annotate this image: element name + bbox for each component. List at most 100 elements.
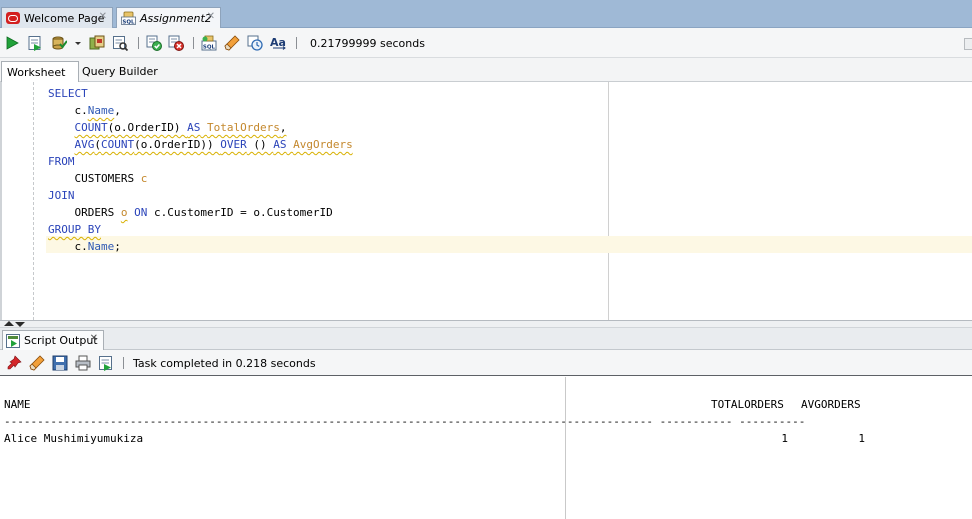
column-header-totalorders: TOTALORDERS <box>711 398 784 411</box>
open-file-icon[interactable] <box>98 355 114 371</box>
output-tab-strip: Script Output ✕ <box>0 328 972 350</box>
toolbar-separator <box>123 357 124 369</box>
code-token: c.CustomerID = o.CustomerID <box>147 206 333 219</box>
tab-label: Script Output <box>24 334 98 347</box>
code-token: ( <box>94 138 101 151</box>
task-status-message: Task completed in 0.218 seconds <box>133 357 316 370</box>
execution-time: 0.21799999 seconds <box>310 37 425 50</box>
tab-worksheet[interactable]: Worksheet <box>1 61 79 82</box>
code-line: JOIN <box>48 187 75 204</box>
sql-history-icon[interactable] <box>224 35 240 51</box>
svg-text:SQL: SQL <box>203 45 216 51</box>
code-token: (o.OrderID)) <box>134 138 221 151</box>
column-header-name: NAME <box>4 398 31 411</box>
document-tab-strip: Welcome Page ✕ SQL Assignment2 ✕ <box>0 0 972 28</box>
clear-icon[interactable]: SQL <box>201 35 217 51</box>
panel-splitter[interactable] <box>0 320 972 328</box>
header-separator: ----------------------------------------… <box>4 415 806 428</box>
code-line: SELECT <box>48 85 88 102</box>
tab-query-builder[interactable]: Query Builder <box>77 61 163 82</box>
toolbar-separator <box>138 37 139 49</box>
gutter-guide <box>33 82 34 320</box>
output-column-guide <box>565 377 566 519</box>
code-line: CUSTOMERS c <box>48 170 147 187</box>
output-toolbar: Task completed in 0.218 seconds <box>0 350 972 376</box>
code-line: AVG(COUNT(o.OrderID)) OVER () AS AvgOrde… <box>48 136 353 153</box>
tab-welcome-page[interactable]: Welcome Page ✕ <box>1 7 113 28</box>
explain-plan-icon[interactable] <box>112 35 128 51</box>
code-token: AvgOrders <box>293 138 353 151</box>
code-token: FROM <box>48 155 75 168</box>
sql-editor[interactable]: SELECT c.Name, COUNT(o.OrderID) AS Total… <box>0 82 972 320</box>
code-token: ORDERS <box>48 206 121 219</box>
rollback-icon[interactable] <box>89 35 105 51</box>
code-line: FROM <box>48 153 75 170</box>
result-cell-avgorders: 1 <box>858 432 865 445</box>
result-cell-name: Alice Mushimiyumukiza <box>4 432 144 445</box>
code-token: SELECT <box>48 87 88 100</box>
save-icon[interactable] <box>52 355 68 371</box>
sql-tuning-icon[interactable] <box>168 35 184 51</box>
maximize-down-icon[interactable] <box>15 322 25 327</box>
sql-worksheet-icon: SQL <box>121 11 136 25</box>
code-token: c. <box>74 104 88 117</box>
code-token: ; <box>114 240 121 253</box>
code-token: () <box>246 138 274 151</box>
code-token: , <box>279 121 287 134</box>
print-icon[interactable] <box>75 355 91 371</box>
code-token: GROUP BY <box>48 223 101 236</box>
code-token: Name <box>87 240 115 253</box>
code-token: COUNT <box>74 121 108 134</box>
code-line: c.Name, <box>48 102 121 119</box>
commit-icon[interactable] <box>51 35 67 51</box>
current-line-highlight <box>46 236 972 253</box>
code-token: CUSTOMERS <box>48 172 141 185</box>
code-token: AVG(COUNT(o.OrderID)) OVER () AS AvgOrde… <box>75 138 353 151</box>
code-token: TotalOrders <box>206 121 280 134</box>
run-statement-icon[interactable] <box>4 35 20 51</box>
oracle-icon <box>6 12 20 24</box>
tab-label: Welcome Page <box>24 11 105 25</box>
code-line: c.Name; <box>48 238 121 255</box>
code-token: , <box>114 104 121 117</box>
svg-text:SQL: SQL <box>122 19 135 25</box>
editor-view-tabs: Worksheet Query Builder <box>0 58 972 82</box>
code-token: AS <box>187 121 201 134</box>
code-token: c <box>140 172 148 185</box>
close-icon[interactable]: ✕ <box>207 11 215 22</box>
tab-assignment2[interactable]: SQL Assignment2 ✕ <box>116 7 221 28</box>
toolbar-overflow-button[interactable] <box>964 38 972 50</box>
tab-script-output[interactable]: Script Output ✕ <box>2 330 104 350</box>
close-icon[interactable]: ✕ <box>99 11 107 22</box>
result-cell-totalorders: 1 <box>781 432 788 445</box>
code-token: (o.OrderID) <box>107 121 188 134</box>
code-token: COUNT <box>101 138 135 151</box>
worksheet-toolbar: SQL Aa 0.21799999 seconds <box>0 28 972 58</box>
script-output-area[interactable]: NAME TOTALORDERS AVGORDERS -------------… <box>0 377 972 519</box>
to-upper-lower-icon[interactable]: Aa <box>270 35 288 51</box>
script-output-icon <box>6 333 20 348</box>
unshared-sql-icon[interactable] <box>247 35 263 51</box>
run-script-icon[interactable] <box>27 35 43 51</box>
code-line: GROUP BY <box>48 221 101 238</box>
autotrace-icon[interactable] <box>146 35 162 51</box>
maximize-up-icon[interactable] <box>4 321 14 326</box>
close-icon[interactable]: ✕ <box>90 333 98 344</box>
code-token: c. <box>48 240 88 253</box>
code-token: OVER <box>220 138 247 151</box>
dropdown-arrow-icon[interactable] <box>73 35 83 51</box>
right-margin-guide <box>608 82 609 320</box>
tab-label: Assignment2 <box>140 11 212 25</box>
toolbar-separator <box>296 37 297 49</box>
code-token: ON <box>134 206 148 219</box>
toolbar-separator <box>193 37 194 49</box>
eraser-icon[interactable] <box>29 355 45 371</box>
column-header-avgorders: AVGORDERS <box>801 398 861 411</box>
code-line: COUNT(o.OrderID) AS TotalOrders, <box>48 119 287 136</box>
code-token: AS <box>273 138 287 151</box>
pin-icon[interactable] <box>6 355 22 371</box>
